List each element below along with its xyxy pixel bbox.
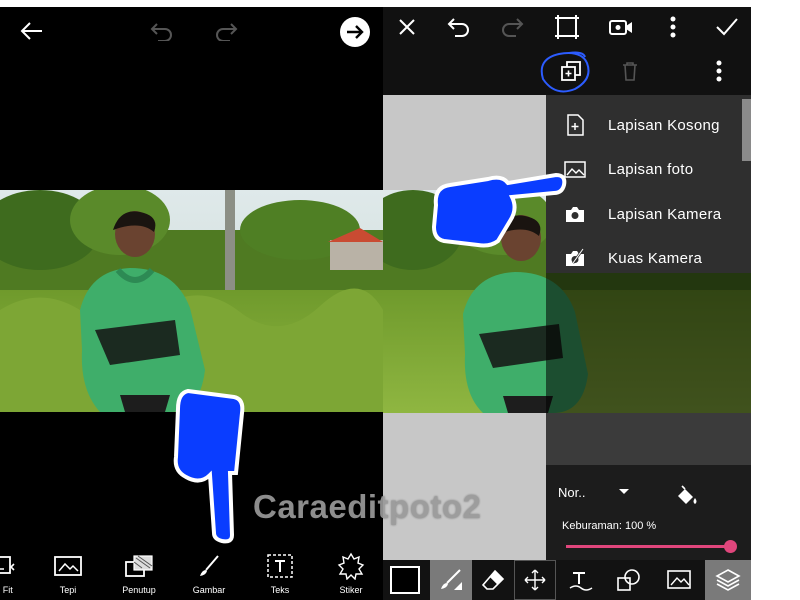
menu-scrollbar[interactable] (742, 99, 751, 161)
undo-icon[interactable] (148, 19, 176, 43)
brush-tool-button[interactable] (430, 560, 472, 600)
menu-item-blank-layer[interactable]: Lapisan Kosong (546, 103, 751, 147)
check-icon[interactable] (713, 15, 741, 39)
text-icon (569, 572, 593, 591)
fit-icon (0, 553, 19, 579)
watermark-text: Caraeditpoto2 (253, 488, 482, 525)
camera-brush-icon (564, 247, 586, 269)
sticker-icon (336, 552, 366, 580)
shape-icon (617, 569, 640, 591)
text-tool-button[interactable] (561, 560, 601, 600)
canvas-dark-area (546, 413, 751, 465)
right-tool-bar (383, 560, 751, 600)
video-camera-icon[interactable] (607, 15, 635, 39)
tool-fit[interactable]: e Fit (0, 553, 34, 595)
brush-icon (441, 569, 462, 590)
tool-draw-label: Gambar (192, 585, 226, 595)
image-icon (667, 570, 691, 589)
color-swatch (390, 566, 420, 594)
tool-mask-label: Penutup (122, 585, 156, 595)
menu-item-label: Lapisan Kosong (608, 116, 720, 134)
page-margin (751, 0, 800, 600)
brush-icon (194, 553, 224, 579)
color-swatch-button[interactable] (383, 560, 427, 600)
tool-text[interactable]: Teks (250, 553, 310, 595)
text-icon (265, 553, 295, 579)
left-tool-bar: e Fit Tepi Penutup Gambar (0, 547, 383, 600)
pointer-hand-icon (173, 388, 245, 544)
arrow-right-circle-icon[interactable] (339, 16, 371, 48)
tool-fit-label: e Fit (0, 585, 13, 595)
menu-item-photo-layer[interactable]: Lapisan foto (546, 147, 751, 191)
tool-border-label: Tepi (59, 585, 77, 595)
layer-action-bar (383, 47, 751, 95)
tool-mask[interactable]: Penutup (109, 553, 169, 595)
left-top-bar (0, 7, 383, 55)
tool-sticker-label: Stiker (339, 585, 363, 595)
tool-draw[interactable]: Gambar (179, 553, 239, 595)
move-icon (524, 569, 546, 591)
highlight-circle-icon (540, 51, 590, 93)
opacity-slider-thumb[interactable] (724, 540, 737, 553)
menu-item-label: Lapisan foto (608, 160, 694, 178)
layer-properties-panel: Nor.. Keburaman: 100 % (546, 465, 751, 560)
layers-icon (715, 569, 741, 591)
tool-sticker[interactable]: Stiker (321, 552, 381, 595)
menu-item-camera-layer[interactable]: Lapisan Kamera (546, 192, 751, 236)
crop-frame-icon[interactable] (553, 14, 581, 40)
shape-tool-button[interactable] (609, 560, 649, 600)
opacity-label: Keburaman: 100 % (562, 520, 657, 532)
menu-item-camera-brush[interactable]: Kuas Kamera (546, 236, 751, 280)
eraser-icon (481, 569, 505, 590)
redo-icon[interactable] (212, 19, 240, 43)
blank-layer-icon (564, 114, 586, 136)
menu-item-label: Lapisan Kamera (608, 205, 722, 223)
blend-mode-select[interactable]: Nor.. (558, 485, 585, 500)
menu-item-label: Kuas Kamera (608, 249, 703, 267)
more-vertical-icon[interactable] (711, 59, 727, 83)
pointer-hand-icon (431, 172, 567, 248)
tool-border[interactable]: Tepi (38, 553, 98, 595)
image-tool-button[interactable] (659, 560, 699, 600)
mask-icon (124, 553, 154, 579)
undo-icon[interactable] (445, 15, 473, 39)
edited-photo (0, 190, 383, 412)
layers-button[interactable] (705, 560, 751, 600)
opacity-slider-track[interactable] (566, 545, 730, 548)
add-layer-menu: Lapisan Kosong Lapisan foto Lapisan Kame… (546, 95, 751, 273)
eraser-tool-button[interactable] (472, 560, 514, 600)
redo-icon[interactable] (498, 15, 526, 39)
paint-bucket-icon[interactable] (674, 483, 700, 509)
move-tool-button[interactable] (514, 560, 556, 600)
close-icon[interactable] (395, 15, 419, 39)
more-vertical-icon[interactable] (663, 15, 683, 39)
arrow-left-icon[interactable] (18, 19, 46, 43)
right-top-bar (383, 7, 751, 47)
tool-text-label: Teks (270, 585, 290, 595)
trash-icon[interactable] (619, 59, 641, 83)
border-icon (53, 553, 83, 579)
screenshot-root: e Fit Tepi Penutup Gambar (0, 0, 800, 600)
chevron-down-icon[interactable] (619, 489, 629, 494)
